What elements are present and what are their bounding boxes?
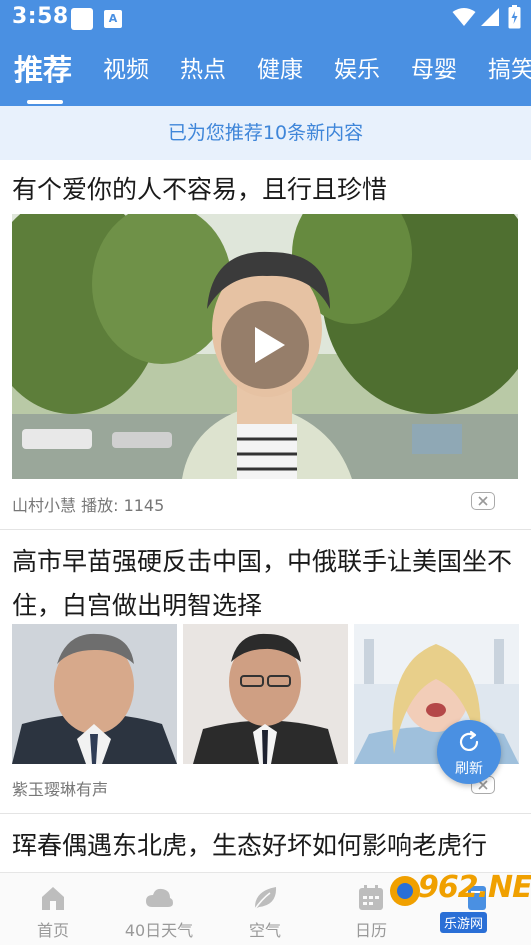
notification-icon xyxy=(71,8,93,30)
recommend-notice: 已为您推荐10条新内容 xyxy=(0,106,531,160)
article-image[interactable] xyxy=(12,624,177,764)
refresh-icon xyxy=(459,730,479,751)
tab-funny[interactable]: 搞笑 xyxy=(488,48,531,92)
refresh-button[interactable]: 刷新 xyxy=(437,720,501,784)
cloud-icon xyxy=(146,888,173,907)
article-meta: 紫玉璎琳有声 xyxy=(12,780,109,799)
wifi-icon xyxy=(452,8,476,26)
article-meta: 山村小慧 播放: 1145 xyxy=(12,496,165,515)
nav-weather-label: 40日天气 xyxy=(124,921,194,940)
tab-active-indicator xyxy=(27,100,63,104)
site-watermark-logo: 962.NET 乐游网 xyxy=(388,868,531,940)
tab-health[interactable]: 健康 xyxy=(257,48,303,92)
video-thumbnail[interactable] xyxy=(12,214,518,479)
dismiss-button[interactable] xyxy=(471,492,495,510)
tab-entertainment[interactable]: 娱乐 xyxy=(334,48,380,92)
watermark-brand: 962.NET xyxy=(418,870,531,905)
play-icon[interactable] xyxy=(220,300,310,390)
nav-home[interactable]: 首页 xyxy=(0,873,106,945)
nav-40day-weather[interactable]: 40日天气 xyxy=(106,873,212,945)
category-tabs: 推荐 视频 热点 健康 娱乐 母婴 搞笑 xyxy=(0,48,531,106)
card-divider xyxy=(0,529,531,530)
status-bar: 3:58 A xyxy=(0,0,531,36)
article-title[interactable]: 有个爱你的人不容易，且行且珍惜 xyxy=(12,168,522,212)
keyboard-notification-icon: A xyxy=(104,10,122,28)
calendar-icon xyxy=(359,885,383,910)
nav-air[interactable]: 空气 xyxy=(212,873,318,945)
nav-air-label: 空气 xyxy=(248,921,281,940)
status-time: 3:58 xyxy=(12,4,69,29)
nav-home-label: 首页 xyxy=(36,921,69,940)
close-icon xyxy=(478,496,488,506)
article-title[interactable]: 珲春偶遇东北虎，生态好坏如何影响老虎行 xyxy=(12,824,522,868)
tab-recommend[interactable]: 推荐 xyxy=(14,48,72,92)
card-divider xyxy=(0,813,531,814)
home-icon xyxy=(42,887,64,910)
refresh-label: 刷新 xyxy=(455,761,483,777)
article-image[interactable] xyxy=(183,624,348,764)
leaf-icon xyxy=(254,887,277,910)
signal-icon xyxy=(481,8,499,26)
tab-mother-baby[interactable]: 母婴 xyxy=(411,48,457,92)
battery-icon xyxy=(508,5,521,29)
article-title[interactable]: 高市早苗强硬反击中国，中俄联手让美国坐不住，白宫做出明智选择 xyxy=(12,540,522,628)
tab-video[interactable]: 视频 xyxy=(103,48,149,92)
watermark-sub: 乐游网 xyxy=(440,912,488,933)
watermark-emblem-icon xyxy=(390,876,420,906)
tab-hot[interactable]: 热点 xyxy=(180,48,226,92)
